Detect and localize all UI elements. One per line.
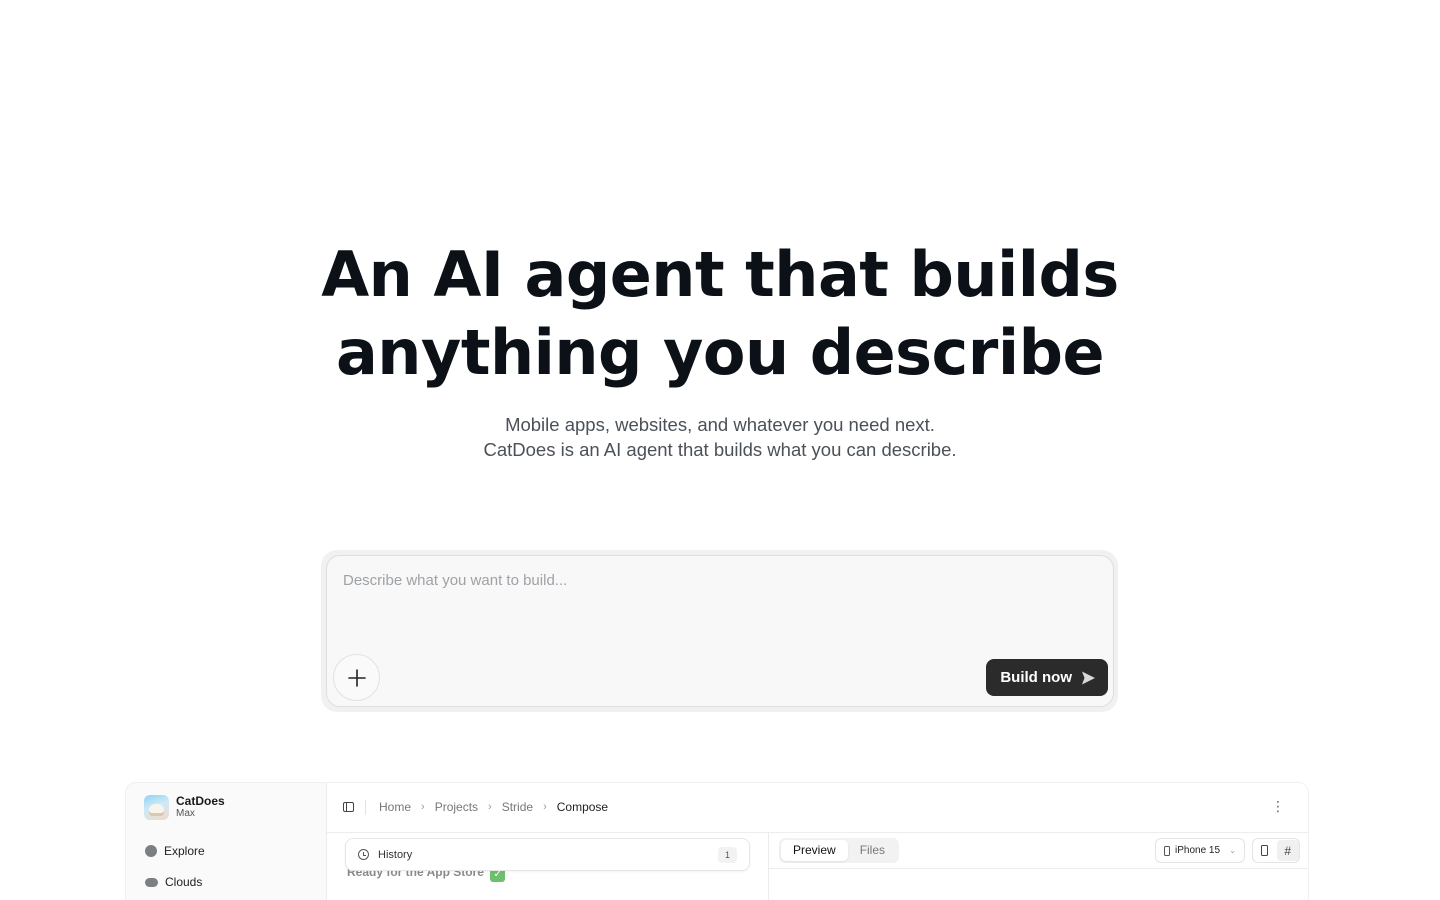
sidebar-item-label: Explore xyxy=(164,844,205,858)
hero-subtitle-line-2: CatDoes is an AI agent that builds what … xyxy=(483,439,957,460)
view-toggle: # xyxy=(1252,838,1300,863)
prompt-box: Build now xyxy=(326,555,1114,707)
hero-subtitle: Mobile apps, websites, and whatever you … xyxy=(0,412,1440,462)
phone-icon xyxy=(1260,845,1268,856)
top-bar: Home › Projects › Stride › Compose ⋮ xyxy=(327,783,1308,833)
compass-icon xyxy=(145,845,157,857)
history-label: History xyxy=(378,848,413,861)
preview-panel: Preview Files iPhone 15 ⌄ # xyxy=(769,833,1308,900)
hero-title: An AI agent that builds anything you des… xyxy=(0,236,1440,392)
preview-toolbar: Preview Files iPhone 15 ⌄ # xyxy=(769,833,1308,869)
breadcrumb-current: Compose xyxy=(556,800,609,814)
preview-tabs: Preview Files xyxy=(779,838,900,863)
breadcrumb-project[interactable]: Stride xyxy=(502,800,533,814)
sidebar-item-explore[interactable]: Explore xyxy=(145,844,205,858)
tab-files[interactable]: Files xyxy=(848,840,897,861)
breadcrumb-home[interactable]: Home xyxy=(379,800,411,814)
grid-view-button[interactable]: # xyxy=(1276,840,1299,861)
add-attachment-button[interactable] xyxy=(333,654,380,701)
device-select[interactable]: iPhone 15 ⌄ xyxy=(1155,838,1245,863)
hero-title-line-2: anything you describe xyxy=(335,316,1105,389)
prompt-input[interactable] xyxy=(343,572,1083,589)
sidebar-toggle-icon[interactable] xyxy=(343,802,354,812)
main-panel: Home › Projects › Stride › Compose ⋮ His… xyxy=(326,783,1308,900)
chat-panel: History 1 Ready for the App Store ✓ xyxy=(327,833,769,900)
tab-preview[interactable]: Preview xyxy=(781,840,848,861)
chevron-right-icon: › xyxy=(421,801,425,813)
cat-avatar-icon xyxy=(144,795,169,820)
history-button[interactable]: History 1 xyxy=(345,838,750,871)
sidebar-item-clouds[interactable]: Clouds xyxy=(145,875,202,889)
app-preview-screenshot: CatDoes Max Explore Clouds Home › Projec… xyxy=(126,783,1308,900)
workspace-plan: Max xyxy=(176,808,195,819)
chevron-down-icon: ⌄ xyxy=(1229,846,1236,855)
build-now-label: Build now xyxy=(1000,669,1072,686)
history-clock-icon xyxy=(358,849,369,860)
sidebar: CatDoes Max Explore Clouds xyxy=(126,783,326,900)
breadcrumb-projects[interactable]: Projects xyxy=(435,800,478,814)
chevron-right-icon: › xyxy=(543,801,547,813)
cloud-icon xyxy=(145,877,158,887)
device-select-value: iPhone 15 xyxy=(1175,845,1221,856)
phone-icon xyxy=(1164,845,1170,856)
workspace-name: CatDoes xyxy=(176,794,225,808)
chevron-right-icon: › xyxy=(488,801,492,813)
more-options-icon[interactable]: ⋮ xyxy=(1271,799,1285,813)
hero-subtitle-line-1: Mobile apps, websites, and whatever you … xyxy=(505,414,935,435)
history-count-badge: 1 xyxy=(718,846,737,863)
plus-icon xyxy=(347,668,366,687)
build-now-button[interactable]: Build now xyxy=(986,659,1108,696)
divider xyxy=(365,800,366,815)
breadcrumb: Home › Projects › Stride › Compose xyxy=(379,800,608,814)
hash-grid-icon: # xyxy=(1284,843,1292,858)
hero-title-line-1: An AI agent that builds xyxy=(321,238,1119,311)
hero: An AI agent that builds anything you des… xyxy=(0,236,1440,392)
device-view-button[interactable] xyxy=(1253,840,1276,861)
sidebar-item-label: Clouds xyxy=(165,875,203,889)
send-arrow-icon xyxy=(1082,671,1095,684)
workspace-switcher[interactable]: CatDoes Max xyxy=(144,795,225,820)
